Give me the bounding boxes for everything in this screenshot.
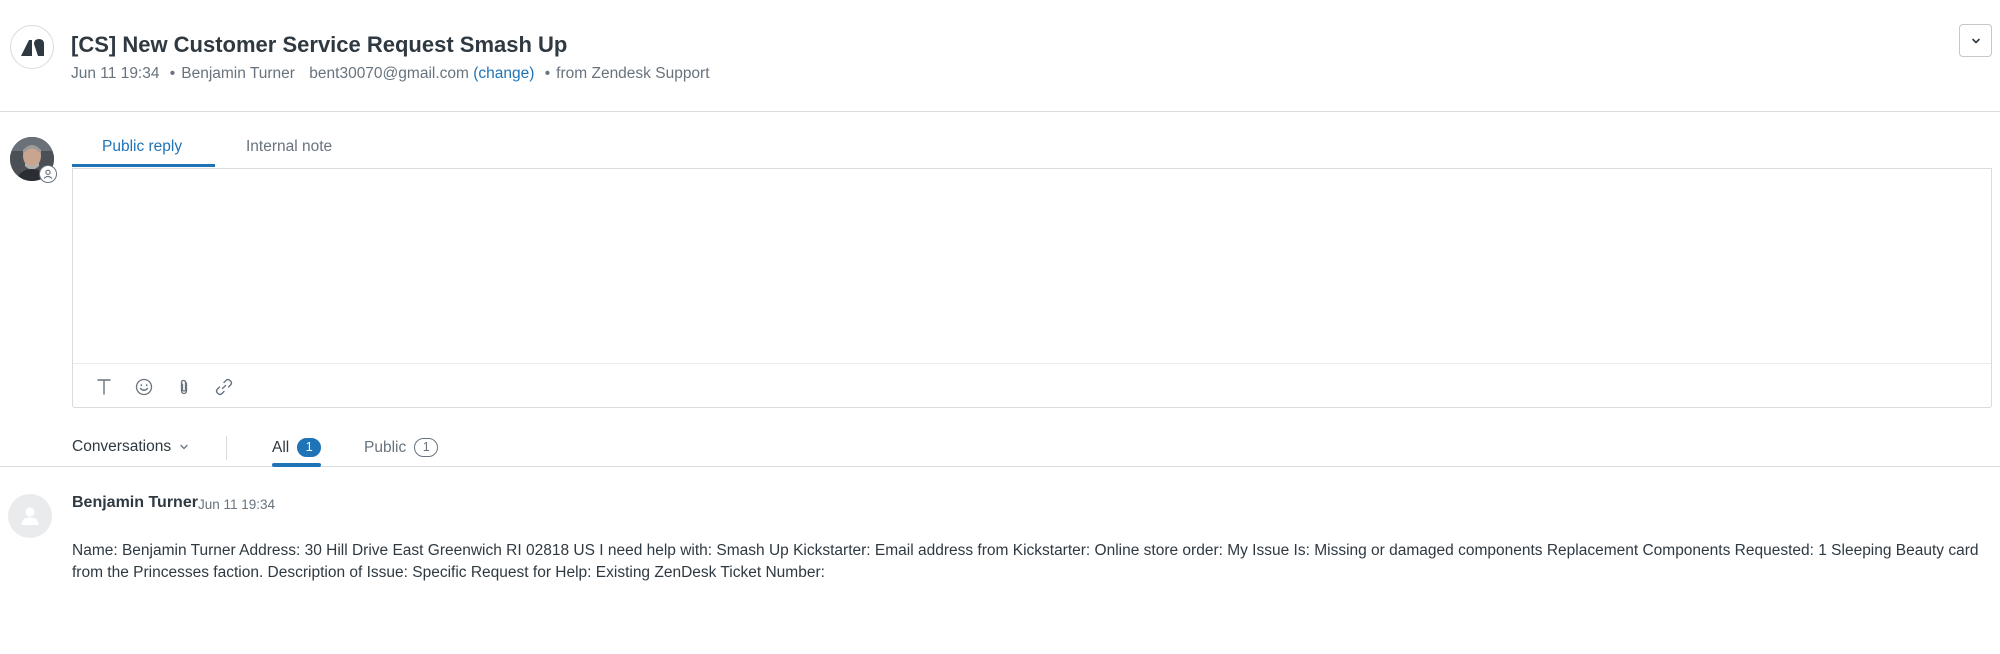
ticket-date: Jun 11 19:34 bbox=[71, 65, 160, 82]
meta-separator: • bbox=[544, 65, 551, 82]
filter-active-indicator bbox=[272, 463, 321, 467]
tab-public-reply[interactable]: Public reply bbox=[102, 138, 182, 156]
tab-internal-note[interactable]: Internal note bbox=[246, 138, 332, 156]
chevron-down-icon bbox=[180, 444, 188, 450]
filter-tab-all[interactable]: All 1 bbox=[272, 438, 322, 457]
ticket-header: [CS] New Customer Service Request Smash … bbox=[0, 0, 2000, 112]
conversations-dropdown-label: Conversations bbox=[72, 438, 172, 455]
filter-tab-public[interactable]: Public 1 bbox=[364, 438, 439, 457]
reply-text-area[interactable] bbox=[73, 169, 1991, 364]
user-icon bbox=[21, 507, 39, 525]
all-count-badge: 1 bbox=[297, 438, 322, 457]
chevron-down-icon bbox=[1971, 38, 1980, 44]
ticket-requester[interactable]: Benjamin Turner bbox=[181, 65, 295, 82]
emoji-icon[interactable] bbox=[131, 375, 157, 399]
active-tab-indicator bbox=[72, 164, 215, 167]
header-expand-button[interactable] bbox=[1959, 24, 1992, 57]
change-requester-link[interactable]: (change) bbox=[473, 65, 534, 82]
reply-editor bbox=[72, 168, 1992, 408]
filter-tab-public-label: Public bbox=[364, 438, 407, 456]
attachment-icon[interactable] bbox=[171, 375, 197, 399]
ticket-meta: Jun 11 19:34 • Benjamin Turner bent30070@… bbox=[71, 65, 710, 83]
message-author[interactable]: Benjamin Turner bbox=[72, 494, 198, 512]
filter-tab-all-label: All bbox=[272, 438, 290, 456]
ticket-email: bent30070@gmail.com bbox=[309, 65, 469, 82]
public-count-badge: 1 bbox=[414, 438, 439, 457]
ticket-title: [CS] New Customer Service Request Smash … bbox=[71, 32, 568, 57]
conversations-dropdown[interactable]: Conversations bbox=[72, 438, 189, 456]
agent-role-icon bbox=[39, 165, 57, 183]
link-icon[interactable] bbox=[211, 375, 237, 399]
text-format-icon[interactable] bbox=[91, 375, 117, 399]
ticket-source: from Zendesk Support bbox=[556, 65, 710, 82]
editor-toolbar bbox=[91, 375, 237, 399]
requester-avatar[interactable] bbox=[8, 494, 52, 538]
meta-separator: • bbox=[169, 65, 176, 82]
conversation-filter-bar: Conversations All 1 Public 1 bbox=[0, 428, 2000, 467]
filter-divider bbox=[226, 436, 227, 460]
message-timestamp: Jun 11 19:34 bbox=[198, 497, 276, 512]
message-body: Name: Benjamin Turner Address: 30 Hill D… bbox=[72, 542, 1979, 581]
zendesk-logo-icon bbox=[10, 25, 54, 69]
